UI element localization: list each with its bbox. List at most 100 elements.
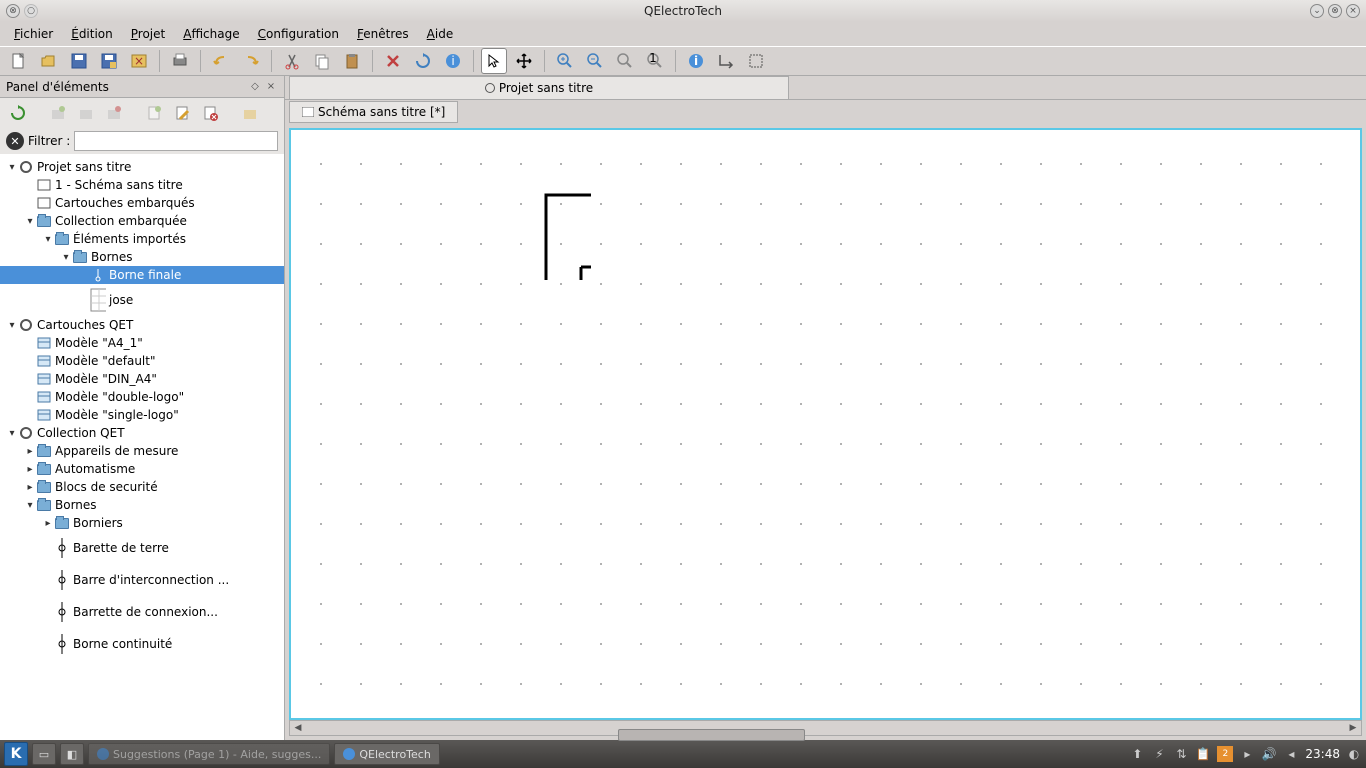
tree-item[interactable]: Barette de terre [0, 532, 284, 564]
tree-item[interactable]: ▾Bornes [0, 248, 284, 266]
show-desktop-button[interactable]: ▭ [32, 743, 56, 765]
tree-item[interactable]: 1 - Schéma sans titre [0, 176, 284, 194]
tree-item-label: Modèle "A4_1" [55, 336, 143, 350]
panel-close-button[interactable]: × [264, 80, 278, 94]
menu-édition[interactable]: Édition [63, 25, 121, 43]
tree-item[interactable]: ▾Éléments importés [0, 230, 284, 248]
redo-button[interactable] [238, 48, 264, 74]
paste-button[interactable] [339, 48, 365, 74]
kde-menu-button[interactable]: K [4, 742, 28, 766]
tray-cashew-icon[interactable]: ◐ [1346, 746, 1362, 762]
tray-updates-icon[interactable]: ⬆ [1129, 746, 1145, 762]
menu-fenêtres[interactable]: Fenêtres [349, 25, 417, 43]
close-file-button[interactable]: × [126, 48, 152, 74]
undo-button[interactable] [208, 48, 234, 74]
tree-item-label: Bornes [91, 250, 133, 264]
new-button[interactable] [6, 48, 32, 74]
tree-item[interactable]: ▾Cartouches QET [0, 316, 284, 334]
save-as-button[interactable] [96, 48, 122, 74]
add-column-button[interactable] [743, 48, 769, 74]
panel-titlebar: Panel d'éléments ◇ × [0, 76, 284, 98]
tray-volume-icon[interactable]: 🔊 [1261, 746, 1277, 762]
menu-affichage[interactable]: Affichage [175, 25, 247, 43]
tree-item[interactable]: Barrette de connexion... [0, 596, 284, 628]
filter-input[interactable] [74, 131, 278, 151]
tree-item-label: Modèle "DIN_A4" [55, 372, 157, 386]
tree-item[interactable]: Modèle "double-logo" [0, 388, 284, 406]
tree-item[interactable]: Borne continuité [0, 628, 284, 660]
open-button[interactable] [36, 48, 62, 74]
schema-tabs: Schéma sans titre [*] [285, 100, 1366, 124]
schematic-canvas[interactable] [289, 128, 1362, 720]
menu-projet[interactable]: Projet [123, 25, 173, 43]
tray-chevron-icon[interactable]: ◂ [1283, 746, 1299, 762]
tree-item[interactable]: Modèle "single-logo" [0, 406, 284, 424]
delete-element-button[interactable] [198, 101, 222, 125]
schema-tab[interactable]: Schéma sans titre [*] [289, 101, 458, 123]
horizontal-scrollbar[interactable]: ◀ ▶ [289, 720, 1362, 736]
tree-item[interactable]: Modèle "A4_1" [0, 334, 284, 352]
import-button[interactable] [238, 101, 262, 125]
tree-item-label: jose [109, 293, 133, 307]
svg-text:1: 1 [649, 52, 657, 65]
copy-button[interactable] [309, 48, 335, 74]
new-category-button[interactable] [46, 101, 70, 125]
tree-item[interactable]: ▸Automatisme [0, 460, 284, 478]
add-row-button[interactable] [713, 48, 739, 74]
tray-expand-icon[interactable]: ▸ [1239, 746, 1255, 762]
tray-clipboard-icon[interactable]: 📋 [1195, 746, 1211, 762]
tree-item[interactable]: Modèle "default" [0, 352, 284, 370]
rotate-button[interactable] [410, 48, 436, 74]
tree-item[interactable]: ▸Borniers [0, 514, 284, 532]
tree-item[interactable]: Modèle "DIN_A4" [0, 370, 284, 388]
tray-battery-icon[interactable]: ⚡ [1151, 746, 1167, 762]
tree-item[interactable]: ▸Blocs de securité [0, 478, 284, 496]
menu-fichier[interactable]: Fichier [6, 25, 61, 43]
edit-element-button[interactable] [170, 101, 194, 125]
panel-float-button[interactable]: ◇ [248, 80, 262, 94]
edit-category-button[interactable] [74, 101, 98, 125]
taskbar-task[interactable]: Suggestions (Page 1) - Aide, sugges... [88, 743, 330, 765]
tree-item[interactable]: Borne finale [0, 266, 284, 284]
tray-network-icon[interactable]: ⇅ [1173, 746, 1189, 762]
zoom-in-button[interactable] [552, 48, 578, 74]
delete-button[interactable] [380, 48, 406, 74]
move-tool[interactable] [511, 48, 537, 74]
scroll-right-button[interactable]: ▶ [1345, 721, 1361, 735]
elements-tree[interactable]: ▾Projet sans titre1 - Schéma sans titreC… [0, 154, 284, 740]
tree-item[interactable]: Cartouches embarqués [0, 194, 284, 212]
tree-item[interactable]: ▸Appareils de mesure [0, 442, 284, 460]
project-tab[interactable]: Projet sans titre [289, 76, 789, 99]
properties-button[interactable]: i [440, 48, 466, 74]
main-toolbar: × i 1 i [0, 46, 1366, 76]
delete-category-button[interactable] [102, 101, 126, 125]
tree-item-label: Projet sans titre [37, 160, 131, 174]
activities-button[interactable]: ◧ [60, 743, 84, 765]
tree-item[interactable]: ▾Collection embarquée [0, 212, 284, 230]
tray-app-icon[interactable]: 2 [1217, 746, 1233, 762]
tree-item[interactable]: ▾Collection QET [0, 424, 284, 442]
scroll-left-button[interactable]: ◀ [290, 721, 306, 735]
zoom-out-button[interactable] [582, 48, 608, 74]
tree-item[interactable]: jose [0, 284, 284, 316]
reload-button[interactable] [6, 101, 30, 125]
info-button[interactable]: i [683, 48, 709, 74]
clear-filter-button[interactable]: ✕ [6, 132, 24, 150]
schema-icon [302, 107, 314, 117]
tree-item[interactable]: ▾Projet sans titre [0, 158, 284, 176]
tree-item[interactable]: Barre d'interconnection ... [0, 564, 284, 596]
select-tool[interactable] [481, 48, 507, 74]
cut-button[interactable] [279, 48, 305, 74]
tree-item[interactable]: ▾Bornes [0, 496, 284, 514]
zoom-reset-button[interactable]: 1 [642, 48, 668, 74]
clock[interactable]: 23:48 [1305, 747, 1340, 761]
project-tab-label: Projet sans titre [499, 81, 593, 95]
print-button[interactable] [167, 48, 193, 74]
taskbar-task[interactable]: QElectroTech [334, 743, 439, 765]
new-element-button[interactable] [142, 101, 166, 125]
menu-aide[interactable]: Aide [419, 25, 462, 43]
save-button[interactable] [66, 48, 92, 74]
tree-item-label: Barette de terre [73, 541, 169, 555]
zoom-fit-button[interactable] [612, 48, 638, 74]
menu-configuration[interactable]: Configuration [250, 25, 347, 43]
